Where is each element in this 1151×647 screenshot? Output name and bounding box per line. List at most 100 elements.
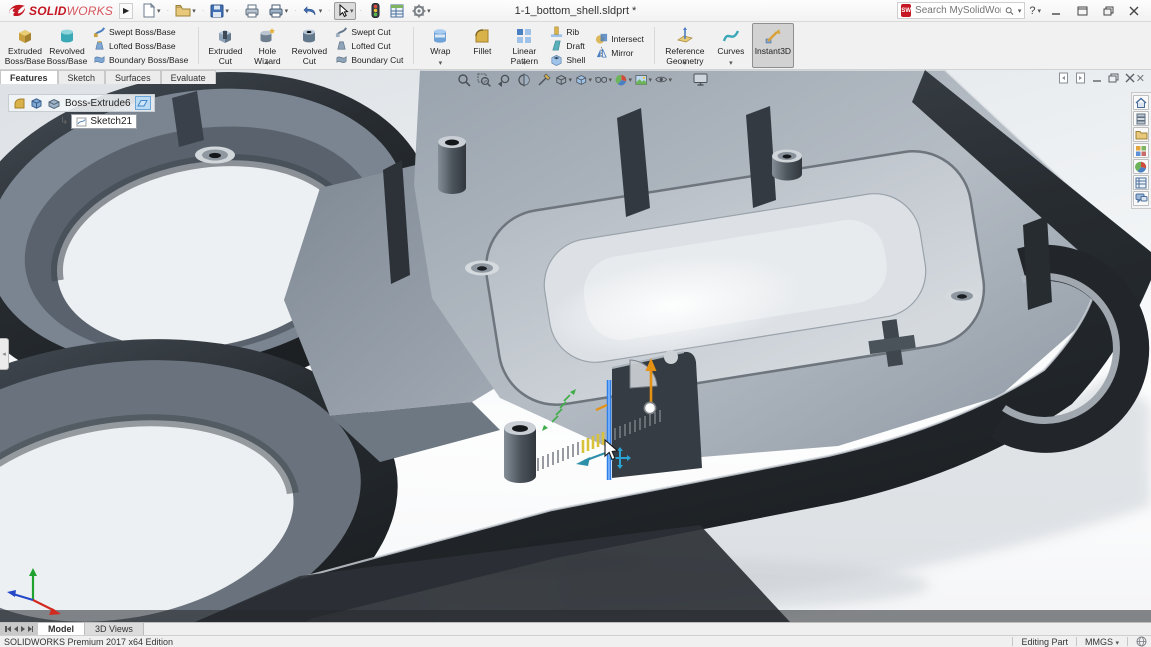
- extruded-cut-button[interactable]: Extruded Cut: [204, 23, 246, 68]
- dropdown-arrow-icon[interactable]: ▾: [683, 59, 687, 67]
- instant3d-button[interactable]: Instant3D: [752, 23, 794, 68]
- appearances-scenes-button[interactable]: [1133, 159, 1149, 174]
- rebuild-button[interactable]: [365, 2, 385, 20]
- screen-icon: [693, 73, 708, 86]
- tab-evaluate[interactable]: Evaluate: [161, 70, 216, 84]
- restore-document-icon[interactable]: [1108, 73, 1119, 83]
- last-tab-icon[interactable]: [28, 624, 34, 634]
- drag-handle-dot[interactable]: [644, 402, 655, 413]
- minimize-document-icon[interactable]: [1092, 73, 1102, 83]
- graphics-viewport[interactable]: [0, 70, 1151, 622]
- dropdown-arrow-icon[interactable]: ▾: [523, 59, 527, 67]
- dropdown-arrow-icon[interactable]: ▾: [729, 59, 733, 67]
- tab-3d-views[interactable]: 3D Views: [85, 623, 144, 635]
- file-explorer-button[interactable]: [1133, 127, 1149, 142]
- units-selector[interactable]: MMGS ▾: [1085, 637, 1119, 647]
- fillet-button[interactable]: Fillet: [461, 23, 503, 68]
- search-dropdown-icon[interactable]: ▾: [1018, 7, 1022, 15]
- reference-geometry-button[interactable]: Reference Geometry ▾: [660, 23, 710, 68]
- mirror-button[interactable]: Mirror: [591, 46, 648, 60]
- curves-button[interactable]: Curves ▾: [710, 23, 752, 68]
- print-button[interactable]: ▾: [265, 2, 292, 20]
- undo-button[interactable]: ▾: [300, 2, 326, 20]
- custom-properties-button[interactable]: [1133, 175, 1149, 190]
- boundary-cut-button[interactable]: Boundary Cut: [331, 53, 407, 67]
- close-button[interactable]: [1123, 2, 1145, 20]
- annotation-views-button[interactable]: [535, 72, 552, 87]
- section-view-button[interactable]: [515, 72, 532, 87]
- minimize-button[interactable]: [1045, 2, 1067, 20]
- breadcrumb-feature-row[interactable]: Boss-Extrude6: [8, 94, 155, 112]
- tab-nav-buttons[interactable]: [0, 623, 38, 635]
- tab-model[interactable]: Model: [38, 623, 85, 635]
- breadcrumb-sketch-label[interactable]: Sketch21: [90, 116, 132, 127]
- revolved-boss-button[interactable]: Revolved Boss/Base: [46, 23, 88, 68]
- tab-surfaces[interactable]: Surfaces: [105, 70, 161, 84]
- view-orientation-button[interactable]: ▾: [555, 72, 572, 87]
- save-button[interactable]: ▾: [207, 2, 232, 20]
- open-button[interactable]: ▾: [172, 2, 199, 20]
- breadcrumb-feature-label[interactable]: Boss-Extrude6: [65, 98, 131, 109]
- selected-face-icon[interactable]: [135, 96, 151, 110]
- revolved-cut-button[interactable]: Revolved Cut: [288, 23, 330, 68]
- search-icon[interactable]: [1005, 5, 1014, 17]
- task-pane-close-icon[interactable]: ✕: [1136, 72, 1145, 85]
- cascade-button[interactable]: [1097, 2, 1119, 20]
- zoom-to-area-button[interactable]: [475, 72, 492, 87]
- view-settings-button[interactable]: ▾: [655, 72, 672, 87]
- next-tab-icon[interactable]: [21, 626, 25, 632]
- screen-button[interactable]: [692, 72, 709, 87]
- tab-sketch[interactable]: Sketch: [58, 70, 106, 84]
- view-palette-button[interactable]: [1133, 143, 1149, 158]
- restore-button[interactable]: [1071, 2, 1093, 20]
- file-properties-button[interactable]: [387, 2, 407, 20]
- breadcrumb-sketch-row[interactable]: ↳ Sketch21: [60, 114, 155, 129]
- lofted-boss-button[interactable]: Lofted Boss/Base: [89, 39, 192, 53]
- search-box[interactable]: SW ▾: [897, 2, 1025, 19]
- apply-scene-button[interactable]: ▾: [635, 72, 652, 87]
- design-library-button[interactable]: [1133, 111, 1149, 126]
- first-tab-icon[interactable]: [5, 624, 11, 634]
- hole-wizard-button[interactable]: Hole Wizard ▾: [246, 23, 288, 68]
- solidworks-forum-button[interactable]: [1133, 191, 1149, 206]
- search-input[interactable]: [915, 5, 1001, 16]
- next-document-icon[interactable]: [1075, 72, 1086, 84]
- help-button[interactable]: ?▾: [1029, 5, 1041, 17]
- solid-body-icon[interactable]: [30, 97, 43, 110]
- new-document-button[interactable]: ▾: [139, 2, 164, 20]
- boss-extrude-icon[interactable]: [47, 97, 61, 110]
- swept-boss-button[interactable]: Swept Boss/Base: [89, 25, 192, 39]
- rib-button[interactable]: Rib: [546, 25, 589, 39]
- prev-tab-icon[interactable]: [14, 626, 18, 632]
- swept-cut-button[interactable]: Swept Cut: [331, 25, 407, 39]
- boundary-boss-button[interactable]: Boundary Boss/Base: [89, 53, 192, 67]
- options-button[interactable]: ▾: [409, 2, 434, 20]
- intersect-button[interactable]: Intersect: [591, 32, 648, 46]
- hide-show-items-button[interactable]: ▾: [595, 72, 612, 87]
- linear-pattern-button[interactable]: Linear Pattern ▾: [503, 23, 545, 68]
- extruded-boss-button[interactable]: Extruded Boss/Base: [4, 23, 46, 68]
- select-button[interactable]: ▾: [334, 2, 357, 20]
- fillet-feature-icon[interactable]: [12, 97, 26, 109]
- menu-expand-arrow[interactable]: ▶: [119, 3, 133, 19]
- close-document-icon[interactable]: [1125, 73, 1135, 83]
- tags-globe-icon[interactable]: [1136, 636, 1147, 647]
- ribbon-group-features: Wrap ▾ Fillet Linear Pattern ▾ Rib Draft…: [417, 23, 651, 68]
- tab-features[interactable]: Features: [0, 70, 58, 84]
- prev-document-icon[interactable]: [1058, 72, 1069, 84]
- edit-appearance-button[interactable]: ▾: [615, 72, 632, 87]
- zoom-to-fit-button[interactable]: [455, 72, 472, 87]
- revolved-boss-icon: [57, 26, 77, 46]
- draft-button[interactable]: Draft: [546, 39, 589, 53]
- dropdown-arrow-icon[interactable]: ▾: [266, 59, 270, 67]
- shell-button[interactable]: Shell: [546, 53, 589, 67]
- wrap-button[interactable]: Wrap ▾: [419, 23, 461, 68]
- previous-view-button[interactable]: [495, 72, 512, 87]
- featuremanager-flyout-tab[interactable]: ◂: [0, 338, 9, 370]
- display-style-button[interactable]: ▾: [575, 72, 592, 87]
- solidworks-resources-home-button[interactable]: [1133, 95, 1149, 110]
- lofted-cut-button[interactable]: Lofted Cut: [331, 39, 407, 53]
- linear-pattern-icon: [514, 26, 534, 46]
- print-preview-button[interactable]: [241, 2, 263, 20]
- dropdown-arrow-icon[interactable]: ▾: [439, 59, 443, 67]
